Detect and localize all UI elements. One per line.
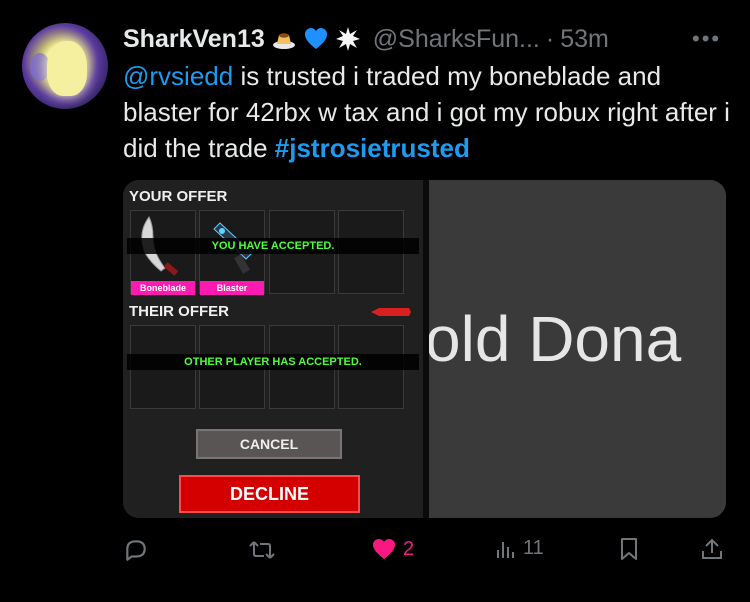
- views-icon: [497, 541, 514, 558]
- retweet-icon: [249, 541, 275, 559]
- media-right-pane: old Dona: [429, 180, 726, 518]
- tweet-text: @rvsiedd is trusted i traded my boneblad…: [123, 58, 733, 166]
- like-button[interactable]: 2: [371, 537, 414, 561]
- reply-icon: [126, 540, 146, 561]
- your-offer-label: YOUR OFFER: [129, 188, 228, 205]
- boom-emoji-icon: [335, 26, 361, 52]
- mention-link[interactable]: @rvsiedd: [123, 61, 233, 91]
- share-button[interactable]: [701, 537, 723, 561]
- tweet-header: SharkVen13 @SharksFun... · 53m: [123, 22, 609, 56]
- cancel-button[interactable]: CANCEL: [196, 429, 342, 459]
- heart-icon: [373, 539, 395, 559]
- reply-button[interactable]: [123, 537, 155, 563]
- you-accepted-status: YOU HAVE ACCEPTED.: [127, 238, 419, 254]
- hashtag-link[interactable]: #jstrosietrusted: [275, 133, 470, 163]
- like-count: 2: [403, 537, 415, 560]
- more-options-icon[interactable]: •••: [692, 26, 721, 52]
- decline-button[interactable]: DECLINE: [179, 475, 360, 513]
- tweet-actions: 2 11: [123, 537, 733, 567]
- timestamp[interactable]: 53m: [560, 25, 609, 54]
- bookmark-button[interactable]: [619, 537, 639, 561]
- bookmark-icon: [621, 538, 637, 560]
- blaster-tag: Blaster: [200, 281, 264, 295]
- separator-dot: ·: [545, 24, 555, 53]
- boneblade-tag: Boneblade: [131, 281, 195, 295]
- robux-icon: [371, 308, 411, 316]
- other-accepted-status: OTHER PLAYER HAS ACCEPTED.: [127, 354, 419, 370]
- blue-heart-emoji-icon: [303, 26, 329, 52]
- pudding-emoji-icon: [271, 26, 297, 52]
- display-name[interactable]: SharkVen13: [123, 25, 265, 54]
- tweet-media-image[interactable]: YOUR OFFER Boneblade Blaster YOU HAVE AC…: [123, 180, 726, 518]
- avatar-figure: [47, 41, 87, 96]
- views-button[interactable]: 11: [495, 537, 544, 560]
- right-pane-text: old Dona: [429, 303, 682, 375]
- trade-window: YOUR OFFER Boneblade Blaster YOU HAVE AC…: [123, 180, 423, 518]
- handle[interactable]: @SharksFun...: [373, 25, 540, 54]
- their-offer-label: THEIR OFFER: [129, 303, 229, 320]
- avatar[interactable]: [22, 23, 108, 109]
- views-count: 11: [523, 537, 544, 559]
- share-icon: [702, 538, 722, 559]
- retweet-button[interactable]: [248, 537, 282, 563]
